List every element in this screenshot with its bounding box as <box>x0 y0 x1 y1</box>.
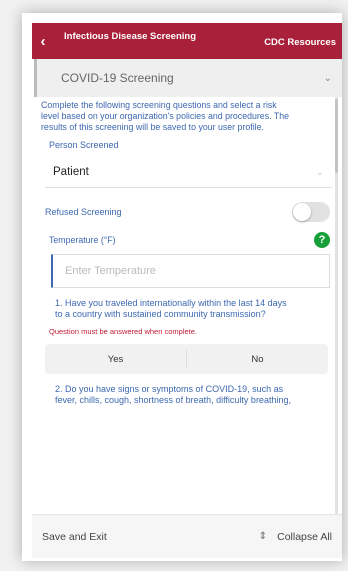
cdc-resources-link[interactable]: CDC Resources <box>264 37 336 48</box>
footer-bar: Save and Exit ⇕ Collapse All <box>32 514 342 558</box>
question-1-answer-toggle: Yes No <box>45 344 328 374</box>
question-icon[interactable]: ? <box>314 232 330 248</box>
intro-text: Complete the following screening questio… <box>41 100 289 132</box>
person-screened-label: Person Screened <box>49 140 119 150</box>
refused-screening-label: Refused Screening <box>45 207 122 217</box>
yes-button[interactable]: Yes <box>45 344 186 374</box>
back-button[interactable]: ‹ <box>32 33 54 50</box>
collapse-arrows-icon: ⇕ <box>258 531 268 542</box>
screen: ‹ Infectious Disease Screening CDC Resou… <box>32 23 342 558</box>
refused-screening-row: Refused Screening <box>45 202 330 222</box>
person-screened-select[interactable]: Patient ⌄ <box>45 157 332 188</box>
chevron-left-icon: ‹ <box>40 32 46 50</box>
question-1-error: Question must be answered when complete. <box>49 327 197 336</box>
chevron-down-icon: ⌄ <box>315 166 324 178</box>
person-screened-value: Patient <box>53 166 89 178</box>
collapse-all-label: Collapse All <box>277 530 332 543</box>
collapse-all-button[interactable]: ⇕ Collapse All <box>259 531 332 543</box>
page-title: Infectious Disease Screening <box>64 30 196 42</box>
question-2-text: 2. Do you have signs or symptoms of COVI… <box>55 384 291 405</box>
accordion-title: COVID-19 Screening <box>61 71 174 85</box>
toggle-knob <box>293 203 311 221</box>
no-button[interactable]: No <box>187 344 328 374</box>
save-and-exit-button[interactable]: Save and Exit <box>42 531 107 543</box>
temperature-row: Temperature (°F) ? <box>49 232 330 248</box>
scrollbar-thumb[interactable] <box>335 99 338 173</box>
temperature-input[interactable]: Enter Temperature <box>51 254 330 288</box>
covid-screening-accordion[interactable]: COVID-19 Screening ⌄ <box>34 59 342 97</box>
chevron-down-icon: ⌄ <box>323 72 332 84</box>
screening-form: Complete the following screening questio… <box>32 97 342 517</box>
question-1-text: 1. Have you traveled internationally wit… <box>55 298 287 319</box>
temperature-label: Temperature (°F) <box>49 235 116 245</box>
refused-screening-toggle[interactable] <box>292 202 330 222</box>
app-header: ‹ Infectious Disease Screening CDC Resou… <box>32 23 342 59</box>
phone-frame: ‹ Infectious Disease Screening CDC Resou… <box>22 13 342 561</box>
